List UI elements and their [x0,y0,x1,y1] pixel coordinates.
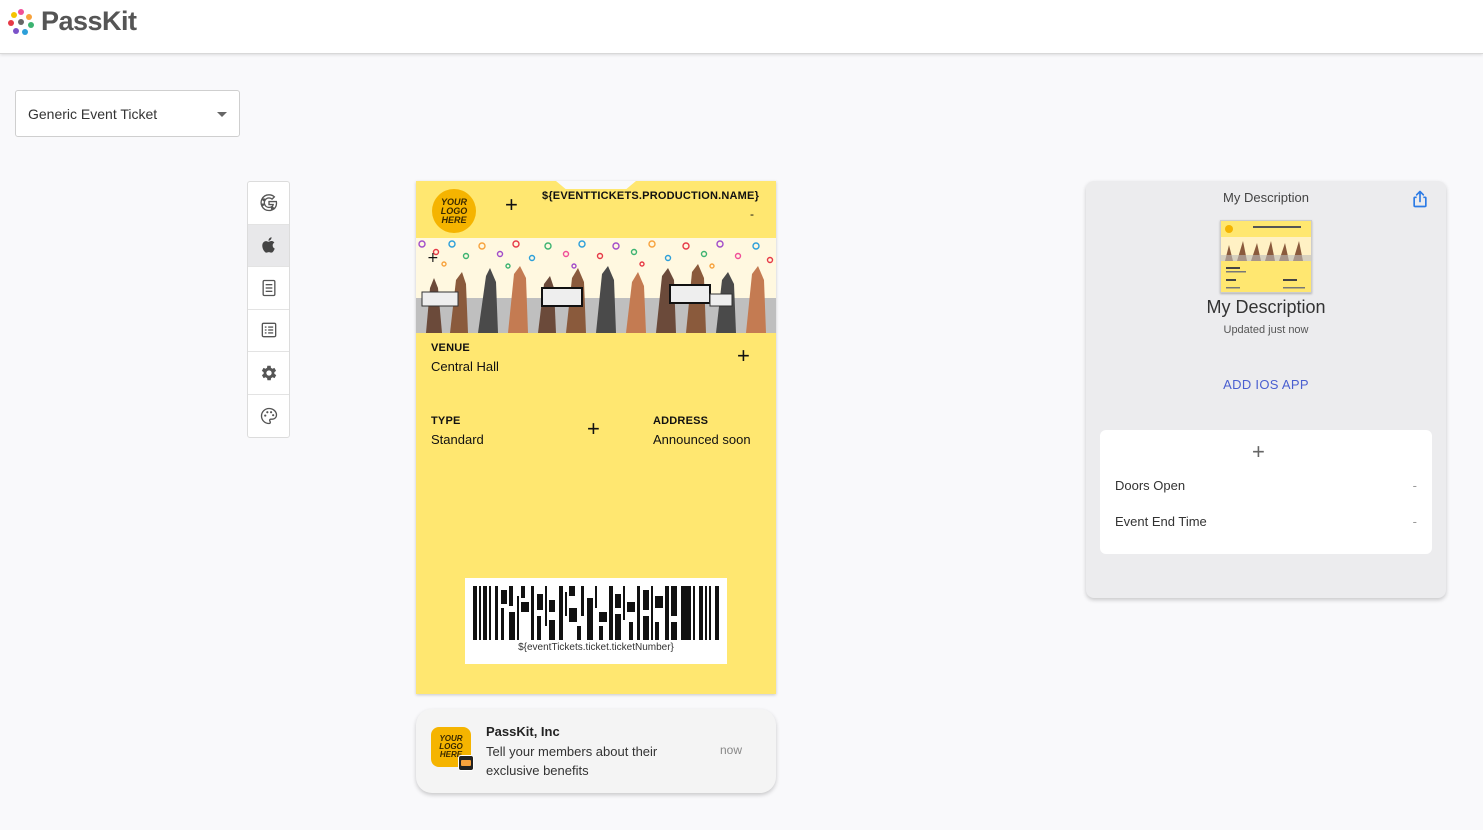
barcode[interactable]: ${eventTickets.ticket.ticketNumber} [465,578,727,664]
production-name[interactable]: ${EVENTTICKETS.PRODUCTION.NAME} [542,190,759,202]
back-field-value: - [1412,514,1417,529]
panel-subtitle: Updated just now [1223,324,1309,336]
production-dash: - [750,207,754,221]
strip-image[interactable]: + [416,238,776,333]
palette-icon [260,407,277,424]
back-field-row[interactable]: Event End Time - [1115,514,1417,529]
template-select-value: Generic Event Ticket [28,105,158,122]
notification-body[interactable]: Tell your members about their exclusive … [486,742,686,780]
crowd-strip-image: + [416,238,776,333]
type-label[interactable]: TYPE [431,415,461,427]
panel-title: My Description [1206,297,1326,317]
type-value: Standard [431,432,484,447]
tool-google[interactable] [248,182,289,225]
brand-logo[interactable]: PassKit [7,6,137,37]
document-icon [262,279,275,296]
pass-thumbnail [1220,220,1312,293]
notification-title: PassKit, Inc [486,724,560,739]
top-bar: PassKit [0,0,1483,54]
pass-logo[interactable]: YOUR LOGO HERE [432,189,476,233]
back-field-label: Event End Time [1115,514,1207,529]
panel-top-title[interactable]: My Description [1086,190,1446,205]
list-icon [261,322,276,338]
add-secondary-field-button[interactable]: + [587,418,600,440]
notification-time: now [719,743,742,757]
template-select[interactable]: Generic Event Ticket [15,90,240,137]
add-primary-field-button[interactable]: + [737,345,750,367]
add-header-field-button[interactable]: + [505,194,518,216]
add-ios-app-button[interactable]: ADD IOS APP [1086,377,1446,392]
tool-document[interactable] [248,267,289,310]
lockscreen-notification[interactable]: YOUR LOGO HERE PassKit, Inc Tell your me… [416,709,776,793]
address-value: Announced soon [653,432,751,447]
barcode-text: ${eventTickets.ticket.ticketNumber} [518,642,674,653]
venue-label[interactable]: VENUE [431,342,470,354]
device-toolbar [247,181,290,438]
gear-icon [261,365,276,380]
back-field-value: - [1412,478,1417,493]
wallet-icon [458,755,474,771]
address-label[interactable]: ADDRESS [653,415,708,427]
tool-apple[interactable] [248,224,289,267]
back-field-label: Doors Open [1115,478,1186,493]
back-fields-card: + Doors Open - Event End Time - [1100,430,1432,554]
apple-icon [261,237,275,253]
add-back-field-button[interactable]: + [1252,441,1265,463]
google-icon [259,193,277,211]
chevron-down-icon [217,112,227,117]
pass-details-panel: My Description My Description Updated ju… [1086,181,1446,598]
tool-palette[interactable] [248,395,289,438]
pass-preview[interactable]: YOUR LOGO HERE + ${EVENTTICKETS.PRODUCTI… [416,181,776,694]
brand-name: PassKit [41,6,137,36]
tool-list[interactable] [248,310,289,352]
share-icon[interactable] [1410,189,1430,209]
passkit-logo-icon [7,8,35,36]
pass-notch [556,181,636,189]
barcode-image [473,586,719,640]
pass-thumbnail-image [1221,221,1311,292]
svg-text:+: + [427,250,439,266]
tool-settings[interactable] [248,352,289,395]
back-field-row[interactable]: Doors Open - [1115,478,1417,493]
venue-value: Central Hall [431,359,499,374]
